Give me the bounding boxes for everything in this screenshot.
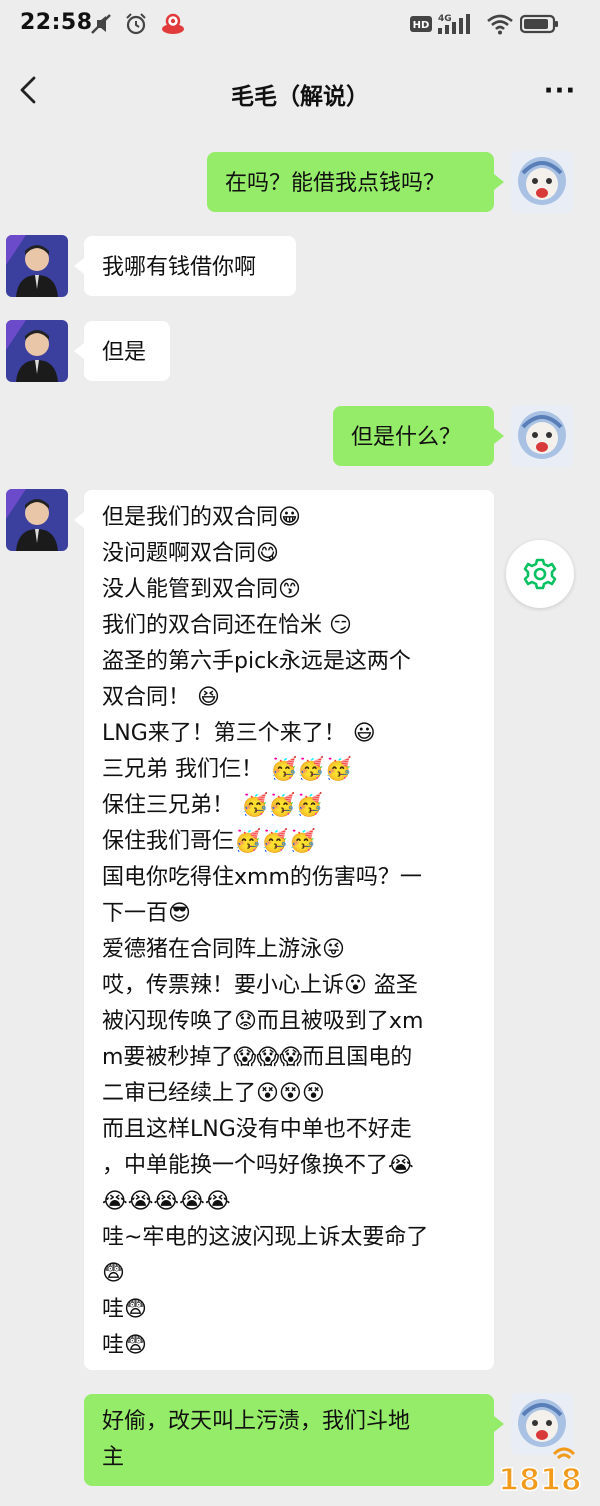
message-line: 😨 <box>102 1261 125 1286</box>
network-label: 4G <box>438 14 452 24</box>
message-line: 在吗？能借我点钱吗？ <box>225 171 446 196</box>
message-line: 保住我们哥仨🥳🥳🥳 <box>102 829 317 854</box>
person-avatar-icon <box>6 489 68 551</box>
self-avatar[interactable] <box>511 405 573 467</box>
message-bubble-outgoing[interactable]: 好偷，改天叫上污渍，我们斗地 主 <box>84 1394 504 1486</box>
app-notification-icon <box>160 12 186 36</box>
signal-icon: 4G <box>436 12 480 36</box>
message-bubble-incoming[interactable]: 我哪有钱借你啊 <box>74 236 296 296</box>
chat-title: 毛毛（解说） <box>231 84 369 110</box>
chat-header: 毛毛（解说） ··· <box>0 52 600 132</box>
message-line: 哇😨 <box>102 1333 147 1358</box>
mute-icon <box>88 12 114 36</box>
self-avatar[interactable] <box>511 151 573 213</box>
message-bubble-incoming[interactable]: 但是 <box>74 321 170 381</box>
message-line: 保住三兄弟！ 🥳🥳🥳 <box>102 793 324 818</box>
message-line: ，中单能换一个吗好像换不了😭 <box>102 1153 414 1178</box>
watermark-text: 1818 <box>498 1463 582 1498</box>
message-line: 二审已经续上了😵😵😵 <box>102 1081 325 1106</box>
message-bubble-outgoing[interactable]: 但是什么？ <box>333 406 504 466</box>
message-line: 而且这样LNG没有中单也不好走 <box>102 1117 412 1142</box>
settings-button[interactable] <box>506 540 574 608</box>
watermark-logo-icon: 1818 <box>498 1447 583 1499</box>
message-line: 没问题啊双合同😋 <box>102 541 279 566</box>
message-line: 国电你吃得住xmm的伤害吗？一 <box>102 865 422 890</box>
gear-icon <box>523 558 557 590</box>
message-line: 双合同！ 😆 <box>102 685 220 710</box>
opera-mask-avatar-icon <box>511 151 573 213</box>
message-line: 下一百😎 <box>102 901 191 926</box>
message-line: 我们的双合同还在恰米 😏 <box>102 613 352 638</box>
message-line: 爱德猪在合同阵上游泳😜 <box>102 937 345 962</box>
contact-avatar[interactable] <box>6 320 68 382</box>
wifi-icon <box>486 12 514 36</box>
contact-avatar[interactable] <box>6 489 68 551</box>
message-line: 主 <box>102 1445 125 1470</box>
message-bubble-incoming[interactable]: 但是我们的双合同😀 没问题啊双合同😋 没人能管到双合同😙 我们的双合同还在恰米 … <box>74 490 494 1370</box>
message-line: m要被秒掉了😱😱😱而且国电的 <box>102 1045 413 1070</box>
message-line: 被闪现传唤了😟而且被吸到了xm <box>102 1009 424 1034</box>
hd-icon: HD <box>410 12 432 36</box>
alarm-icon <box>124 12 148 36</box>
message-line: 哇😨 <box>102 1297 147 1322</box>
message-line: 三兄弟 我们仨！ 🥳🥳🥳 <box>102 757 353 782</box>
message-line: 😭😭😭😭😭 <box>102 1189 231 1214</box>
status-time: 22:58 <box>20 10 93 35</box>
message-line: 哎，传票辣！要小心上诉😮 盗圣 <box>102 973 418 998</box>
hd-label: HD <box>413 20 430 31</box>
message-line: 没人能管到双合同😙 <box>102 577 301 602</box>
site-watermark-logo: 1818 <box>494 1444 586 1499</box>
more-options-button[interactable]: ··· <box>540 76 580 106</box>
message-line: LNG来了！第三个来了！ 😃 <box>102 721 376 746</box>
person-avatar-icon <box>6 320 68 382</box>
message-line: 盗圣的第六手pick永远是这两个 <box>102 649 411 674</box>
message-line: 但是 <box>102 340 147 365</box>
message-line: 但是什么？ <box>351 425 462 450</box>
person-avatar-icon <box>6 235 68 297</box>
battery-icon <box>520 12 560 36</box>
message-line: 我哪有钱借你啊 <box>102 255 257 280</box>
message-line: 好偷，改天叫上污渍，我们斗地 <box>102 1409 411 1434</box>
message-line: 但是我们的双合同😀 <box>102 505 301 530</box>
message-bubble-outgoing[interactable]: 在吗？能借我点钱吗？ <box>207 152 504 212</box>
status-bar: 22:58 HD 4G <box>0 0 600 52</box>
opera-mask-avatar-icon <box>511 405 573 467</box>
contact-avatar[interactable] <box>6 235 68 297</box>
message-line: 哇~牢电的这波闪现上诉太要命了 <box>102 1225 429 1250</box>
